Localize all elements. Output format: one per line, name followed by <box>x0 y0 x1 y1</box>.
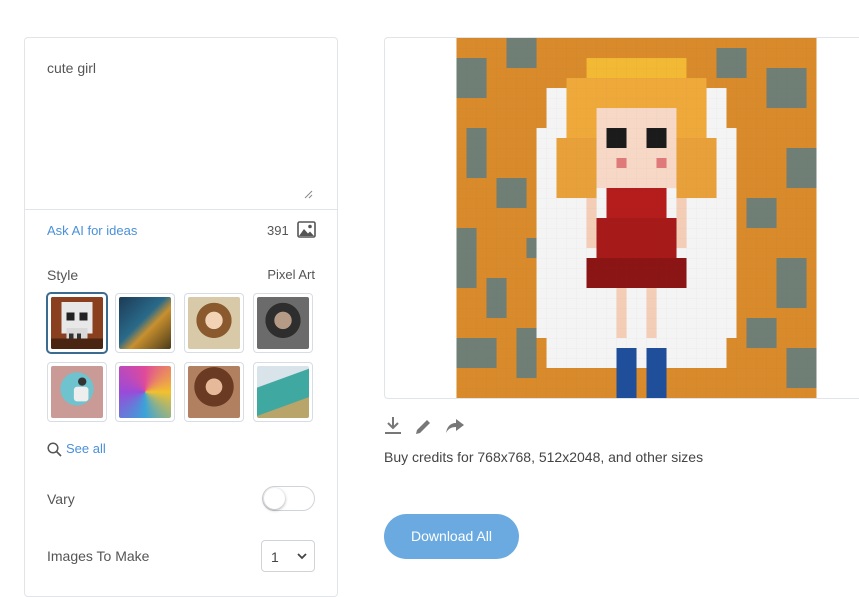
style-thumb-fantasy-woman[interactable] <box>184 362 244 422</box>
style-thumb-bearded-man[interactable] <box>253 293 313 353</box>
buy-credits-text: Buy credits for 768x768, 512x2048, and o… <box>384 449 704 465</box>
vary-toggle[interactable] <box>262 486 315 511</box>
style-label: Style <box>47 267 79 283</box>
see-all-label: See all <box>66 441 106 456</box>
images-to-make-value: 1 <box>271 549 279 565</box>
images-to-make-label: Images To Make <box>47 548 150 564</box>
style-selected-value: Pixel Art <box>267 267 315 282</box>
style-thumb-pop-art[interactable] <box>115 362 175 422</box>
chevron-down-icon <box>297 553 307 560</box>
settings-panel: cute girl Ask AI for ideas 391 Style Pix… <box>24 37 338 597</box>
see-all-link[interactable]: See all <box>47 441 106 457</box>
result-image-card <box>384 37 859 399</box>
ask-ai-link[interactable]: Ask AI for ideas <box>47 223 137 238</box>
style-thumb-lion[interactable] <box>115 293 175 353</box>
image-icon[interactable] <box>297 221 316 238</box>
download-all-button[interactable]: Download All <box>384 514 519 559</box>
search-icon <box>47 442 62 457</box>
style-thumb-pixel-art[interactable] <box>47 293 107 353</box>
toggle-knob <box>264 488 285 509</box>
credit-count: 391 <box>267 223 289 238</box>
prompt-textarea[interactable]: cute girl <box>25 38 337 210</box>
edit-icon[interactable] <box>414 416 434 436</box>
prompt-text[interactable]: cute girl <box>47 60 96 76</box>
share-icon[interactable] <box>445 416 465 436</box>
style-thumb-flat-illustration[interactable] <box>47 362 107 422</box>
images-to-make-select[interactable]: 1 <box>261 540 315 572</box>
style-thumb-crocodile[interactable] <box>253 362 313 422</box>
vary-label: Vary <box>47 491 75 507</box>
download-icon[interactable] <box>384 416 404 436</box>
resize-grip-icon[interactable] <box>304 190 313 199</box>
style-thumb-anime-girl[interactable] <box>184 293 244 353</box>
generated-image[interactable] <box>456 38 817 398</box>
